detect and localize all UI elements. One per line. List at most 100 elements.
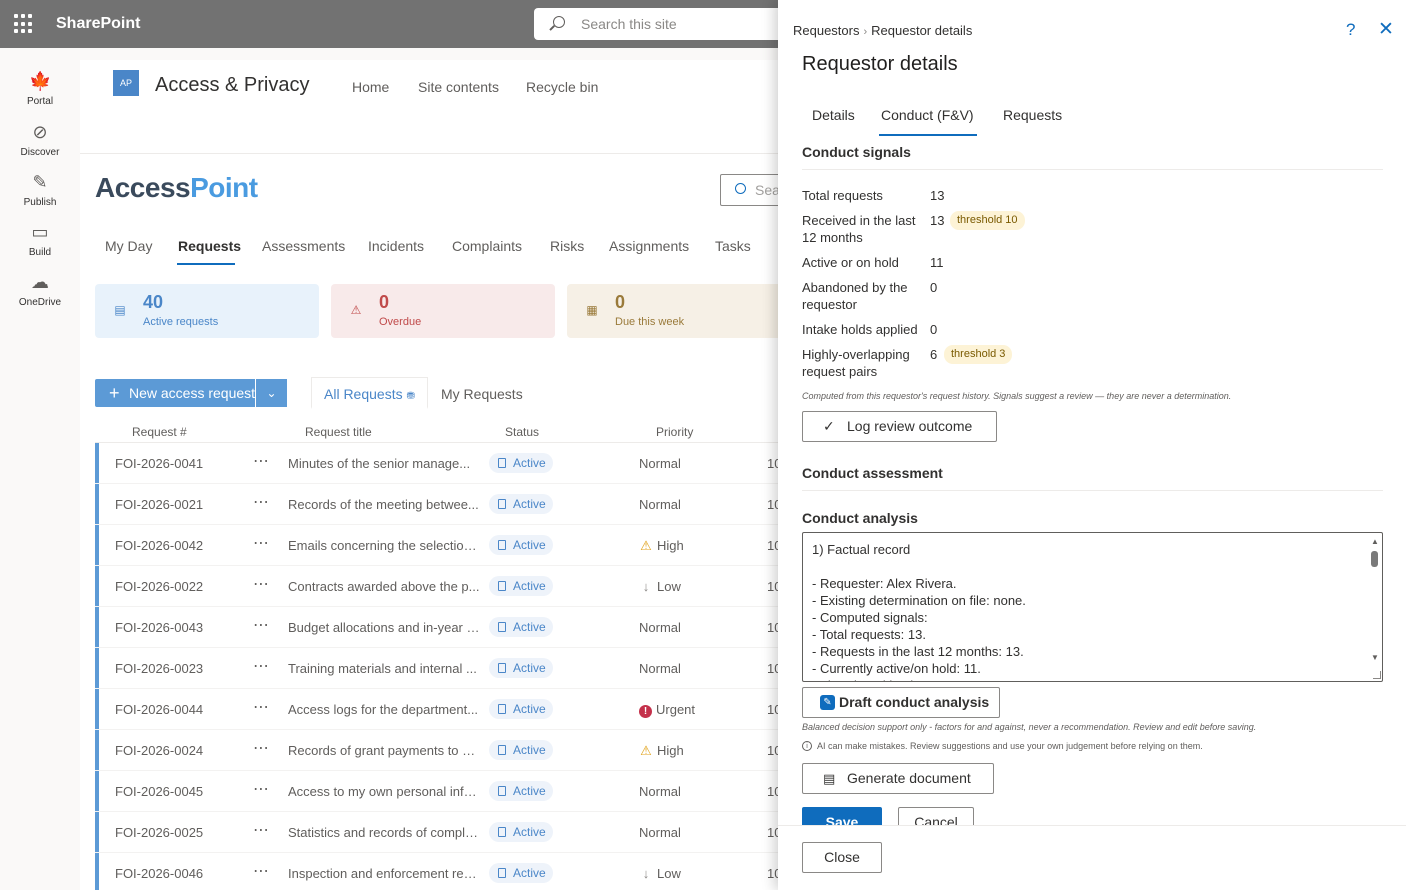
- scroll-down-icon[interactable]: ▼: [1371, 653, 1379, 662]
- document-icon: [498, 745, 506, 755]
- table-row[interactable]: FOI-2026-0023 ⋯ Training materials and int…: [95, 648, 781, 689]
- tab-details[interactable]: Details: [812, 107, 855, 123]
- request-id[interactable]: FOI-2026-0024: [115, 743, 203, 758]
- request-id[interactable]: FOI-2026-0044: [115, 702, 203, 717]
- header-request-title[interactable]: Request title: [305, 425, 372, 439]
- view-my-requests[interactable]: My Requests: [441, 386, 523, 402]
- request-id[interactable]: FOI-2026-0021: [115, 497, 203, 512]
- scroll-thumb[interactable]: [1371, 551, 1378, 567]
- row-accent-bar: [95, 484, 99, 524]
- appbar-publish[interactable]: ✎ Publish: [0, 171, 80, 208]
- tab-tasks[interactable]: Tasks: [715, 238, 751, 254]
- tab-complaints[interactable]: Complaints: [452, 238, 522, 254]
- request-id[interactable]: FOI-2026-0041: [115, 456, 203, 471]
- request-title[interactable]: Contracts awarded above the p...: [288, 579, 480, 594]
- table-row[interactable]: FOI-2026-0046 ⋯ Inspection and enforcement…: [95, 853, 781, 890]
- tab-requests[interactable]: Requests: [1003, 107, 1062, 123]
- more-actions-icon[interactable]: ⋯: [253, 697, 270, 717]
- more-actions-icon[interactable]: ⋯: [253, 738, 270, 758]
- conduct-analysis-textarea[interactable]: 1) Factual record - Requester: Alex Rive…: [802, 532, 1383, 682]
- nav-site-contents[interactable]: Site contents: [418, 79, 499, 95]
- more-actions-icon[interactable]: ⋯: [253, 861, 270, 881]
- more-actions-icon[interactable]: ⋯: [253, 492, 270, 512]
- table-row[interactable]: FOI-2026-0045 ⋯ Access to my own personal …: [95, 771, 781, 812]
- status-text: Active: [513, 702, 546, 716]
- request-title[interactable]: Budget allocations and in-year r...: [288, 620, 480, 635]
- suite-brand[interactable]: SharePoint: [56, 15, 140, 33]
- site-header: AP Access & Privacy Home Site contents R…: [80, 60, 780, 154]
- view-all-requests[interactable]: All Requests ⛃: [324, 386, 415, 402]
- scroll-up-icon[interactable]: ▲: [1371, 537, 1379, 546]
- request-id[interactable]: FOI-2026-0022: [115, 579, 203, 594]
- tab-requests[interactable]: Requests: [178, 238, 241, 254]
- site-title[interactable]: Access & Privacy: [155, 74, 309, 97]
- card-overdue[interactable]: ⚠ 0 Overdue: [331, 284, 555, 338]
- request-title[interactable]: Minutes of the senior manage...: [288, 456, 480, 471]
- table-row[interactable]: FOI-2026-0025 ⋯ Statistics and records of …: [95, 812, 781, 853]
- request-title[interactable]: Records of the meeting betwee...: [288, 497, 480, 512]
- table-row[interactable]: FOI-2026-0044 ⋯ Access logs for the depart…: [95, 689, 781, 730]
- more-actions-icon[interactable]: ⋯: [253, 615, 270, 635]
- more-actions-icon[interactable]: ⋯: [253, 779, 270, 799]
- textarea-scrollbar[interactable]: ▲ ▼: [1368, 533, 1382, 681]
- priority-icon: !: [639, 705, 652, 718]
- table-row[interactable]: FOI-2026-0024 ⋯ Records of grant payments …: [95, 730, 781, 771]
- table-row[interactable]: FOI-2026-0022 ⋯ Contracts awarded above th…: [95, 566, 781, 607]
- nav-home[interactable]: Home: [352, 79, 389, 95]
- request-title[interactable]: Access logs for the department...: [288, 702, 480, 717]
- appbar-portal[interactable]: 🍁 Portal: [0, 70, 80, 107]
- request-title[interactable]: Access to my own personal info...: [288, 784, 480, 799]
- table-row[interactable]: FOI-2026-0021 ⋯ Records of the meeting bet…: [95, 484, 781, 525]
- table-row[interactable]: FOI-2026-0043 ⋯ Budget allocations and in-…: [95, 607, 781, 648]
- appbar-onedrive[interactable]: ☁ OneDrive: [0, 271, 80, 308]
- tab-incidents[interactable]: Incidents: [368, 238, 424, 254]
- log-review-outcome-button[interactable]: ✓ Log review outcome: [802, 411, 997, 442]
- request-title[interactable]: Statistics and records of compla...: [288, 825, 480, 840]
- more-actions-icon[interactable]: ⋯: [253, 533, 270, 553]
- draft-conduct-analysis-button[interactable]: ✎ Draft conduct analysis: [802, 687, 1000, 718]
- tab-assessments[interactable]: Assessments: [262, 238, 345, 254]
- more-actions-icon[interactable]: ⋯: [253, 574, 270, 594]
- tab-conduct[interactable]: Conduct (F&V): [881, 107, 974, 123]
- request-title[interactable]: Training materials and internal ...: [288, 661, 480, 676]
- compass-icon: ⊘: [32, 122, 48, 142]
- help-icon[interactable]: ?: [1346, 20, 1355, 40]
- header-status[interactable]: Status: [505, 425, 539, 439]
- tab-assignments[interactable]: Assignments: [609, 238, 689, 254]
- request-id[interactable]: FOI-2026-0046: [115, 866, 203, 881]
- appbar-build[interactable]: ▭ Build: [0, 221, 80, 258]
- site-logo[interactable]: AP: [113, 70, 139, 96]
- request-id[interactable]: FOI-2026-0043: [115, 620, 203, 635]
- request-title[interactable]: Emails concerning the selection...: [288, 538, 480, 553]
- request-id[interactable]: FOI-2026-0045: [115, 784, 203, 799]
- request-title[interactable]: Records of grant payments to a...: [288, 743, 480, 758]
- suite-search-input[interactable]: Search this site: [534, 8, 794, 40]
- status-badge: Active: [489, 863, 553, 883]
- tab-my-day[interactable]: My Day: [105, 238, 152, 254]
- request-id[interactable]: FOI-2026-0023: [115, 661, 203, 676]
- close-icon[interactable]: ✕: [1378, 18, 1394, 41]
- table-row[interactable]: FOI-2026-0041 ⋯ Minutes of the senior mana…: [95, 443, 781, 484]
- header-priority[interactable]: Priority: [656, 425, 693, 439]
- request-title[interactable]: Inspection and enforcement rec...: [288, 866, 480, 881]
- more-actions-icon[interactable]: ⋯: [253, 820, 270, 840]
- new-request-dropdown[interactable]: ⌄: [255, 379, 287, 407]
- close-button[interactable]: Close: [802, 842, 882, 873]
- resize-handle[interactable]: [1373, 671, 1381, 679]
- assessment-heading: Conduct assessment: [802, 465, 943, 481]
- table-row[interactable]: FOI-2026-0042 ⋯ Emails concerning the sele…: [95, 525, 781, 566]
- nav-recycle-bin[interactable]: Recycle bin: [526, 79, 598, 95]
- header-request-number[interactable]: Request #: [132, 425, 187, 439]
- generate-document-button[interactable]: ▤ Generate document: [802, 763, 994, 794]
- more-actions-icon[interactable]: ⋯: [253, 451, 270, 471]
- warning-icon: ⚠: [350, 303, 362, 317]
- more-actions-icon[interactable]: ⋯: [253, 656, 270, 676]
- tab-risks[interactable]: Risks: [550, 238, 584, 254]
- appbar-discover[interactable]: ⊘ Discover: [0, 121, 80, 158]
- request-id[interactable]: FOI-2026-0025: [115, 825, 203, 840]
- breadcrumb-requestors[interactable]: Requestors: [793, 23, 859, 38]
- request-id[interactable]: FOI-2026-0042: [115, 538, 203, 553]
- card-due-this-week[interactable]: ▦ 0 Due this week: [567, 284, 791, 338]
- app-launcher-icon[interactable]: [14, 14, 34, 34]
- card-active-requests[interactable]: ▤ 40 Active requests: [95, 284, 319, 338]
